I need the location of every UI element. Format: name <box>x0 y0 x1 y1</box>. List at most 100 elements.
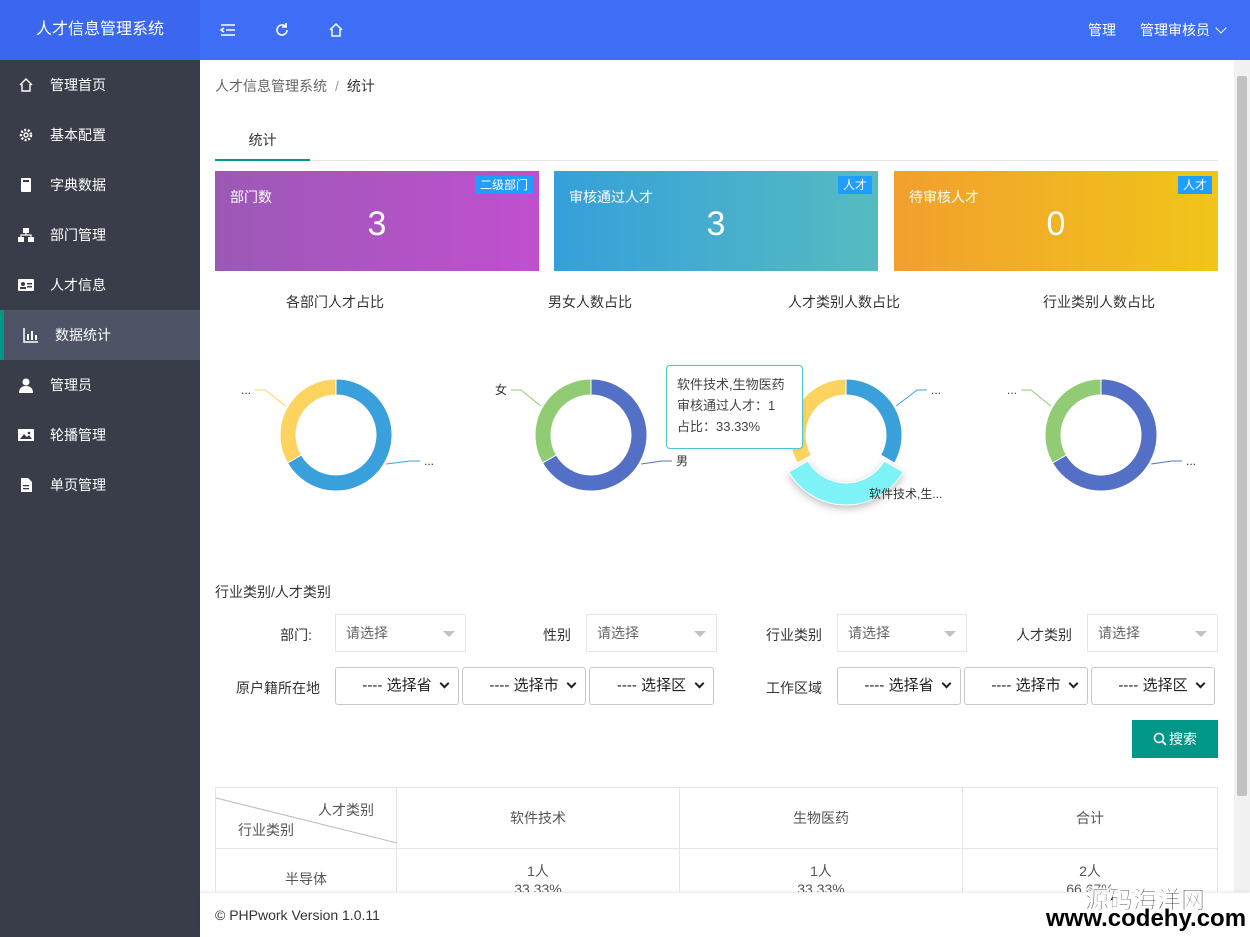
select-placeholder: 请选择 <box>1098 625 1140 641</box>
card-pending-talent: 待审核人才 0 人才 <box>894 171 1218 271</box>
menu-fold-icon[interactable] <box>216 18 240 42</box>
hometown-district-select[interactable]: ---- 选择区 <box>589 667 714 705</box>
sidebar-item-label: 字典数据 <box>50 177 106 193</box>
vertical-scrollbar[interactable] <box>1234 60 1250 892</box>
caret-down-icon <box>694 631 706 637</box>
select-placeholder: 请选择 <box>848 625 890 641</box>
card-department-count: 部门数 3 二级部门 <box>215 171 539 271</box>
chart-title-department: 各部门人才占比 <box>286 294 384 310</box>
select-value: ---- 选择省 <box>864 677 934 694</box>
home-icon[interactable] <box>324 18 348 42</box>
app-logo[interactable]: 人才信息管理系统 <box>0 0 200 60</box>
table-row-name: 半导体 <box>215 848 397 892</box>
sidebar-item-label: 管理员 <box>50 377 92 393</box>
breadcrumb-separator: / <box>335 78 339 94</box>
refresh-icon[interactable] <box>270 18 294 42</box>
select-value: ---- 选择市 <box>489 677 559 694</box>
top-header: 人才信息管理系统 管理 管理审核员 <box>0 0 1250 60</box>
card-badge: 人才 <box>1177 176 1212 194</box>
pie-slice[interactable] <box>279 378 337 464</box>
tab-statistics[interactable]: 统计 <box>215 120 310 161</box>
search-button[interactable]: 搜索 <box>1132 720 1218 758</box>
gender-label: 性别 <box>543 627 571 643</box>
chart-title-talent-type: 人才类别人数占比 <box>788 294 900 310</box>
chevron-down-icon <box>694 678 705 689</box>
chevron-down-icon <box>566 678 577 689</box>
work-province-select[interactable]: ---- 选择省 <box>837 667 961 705</box>
gender-select[interactable]: 请选择 <box>586 614 717 652</box>
sidebar-item-carousel[interactable]: 轮播管理 <box>0 410 200 460</box>
chevron-down-icon <box>1215 22 1227 34</box>
sidebar-item-label: 单页管理 <box>50 477 106 493</box>
work-district-select[interactable]: ---- 选择区 <box>1091 667 1215 705</box>
card-badge: 人才 <box>837 176 872 194</box>
cell-percent: 33.33% <box>514 880 562 893</box>
department-label: 部门: <box>280 627 312 643</box>
label-leader-line <box>255 389 287 407</box>
breadcrumb-root[interactable]: 人才信息管理系统 <box>215 78 327 94</box>
user-name: 管理审核员 <box>1140 22 1210 38</box>
sidebar-item-statistics[interactable]: 数据统计 <box>0 310 200 360</box>
hometown-province-select[interactable]: ---- 选择省 <box>335 667 459 705</box>
pie-slice[interactable] <box>845 378 903 464</box>
table-header-cell: 生物医药 <box>679 787 963 849</box>
manage-link[interactable]: 管理 <box>1088 0 1116 60</box>
corner-top-label: 人才类别 <box>318 802 374 818</box>
tooltip-line: 审核通过人才：1 <box>677 398 776 413</box>
caret-down-icon <box>443 631 455 637</box>
pie-label: 男 <box>676 454 688 468</box>
select-value: ---- 选择省 <box>362 677 432 694</box>
gear-icon <box>19 128 33 142</box>
pie-label: ... <box>1007 383 1017 397</box>
sidebar-item-label: 数据统计 <box>55 327 111 343</box>
industry-select[interactable]: 请选择 <box>837 614 967 652</box>
chart-title-industry: 行业类别人数占比 <box>1043 294 1155 310</box>
table-corner-cell: 人才类别 行业类别 <box>215 787 397 849</box>
sidebar-item-admin[interactable]: 管理员 <box>0 360 200 410</box>
sidebar-item-label: 人才信息 <box>50 277 106 293</box>
card-title: 审核通过人才 <box>569 189 653 205</box>
label-leader-line <box>511 389 542 407</box>
tooltip-line: 软件技术,生物医药 <box>677 377 785 392</box>
label-leader-line <box>895 389 927 407</box>
sidebar: 管理首页 基本配置 字典数据 部门管理 人才信息 数据统计 管理员 轮播管理 单… <box>0 60 200 937</box>
book-icon <box>21 178 31 192</box>
talent-type-label: 人才类别 <box>1016 627 1072 643</box>
search-icon <box>1153 732 1167 746</box>
sidebar-item-home[interactable]: 管理首页 <box>0 60 200 110</box>
watermark-line: www.codehy.com <box>1046 905 1247 932</box>
sidebar-item-pages[interactable]: 单页管理 <box>0 460 200 510</box>
hometown-city-select[interactable]: ---- 选择市 <box>462 667 586 705</box>
filter-title: 行业类别/人才类别 <box>215 584 331 600</box>
pie-label: ... <box>931 383 941 397</box>
sidebar-item-label: 部门管理 <box>50 227 106 243</box>
talent-type-select[interactable]: 请选择 <box>1087 614 1218 652</box>
work-city-select[interactable]: ---- 选择市 <box>964 667 1088 705</box>
sidebar-item-label: 基本配置 <box>50 127 106 143</box>
sidebar-item-dictionary[interactable]: 字典数据 <box>0 160 200 210</box>
pie-slice[interactable] <box>534 378 592 464</box>
label-leader-line <box>1021 389 1052 407</box>
user-icon <box>19 378 33 393</box>
label-leader-line <box>386 460 420 465</box>
corner-bottom-label: 行业类别 <box>238 822 294 838</box>
sidebar-item-department[interactable]: 部门管理 <box>0 210 200 260</box>
home-icon <box>19 78 33 92</box>
user-menu[interactable]: 管理审核员 <box>1140 0 1227 60</box>
department-select[interactable]: 请选择 <box>335 614 466 652</box>
pie-label: ... <box>1186 454 1196 468</box>
select-value: ---- 选择区 <box>1118 677 1188 694</box>
card-approved-talent: 审核通过人才 3 人才 <box>554 171 878 271</box>
sidebar-item-talent[interactable]: 人才信息 <box>0 260 200 310</box>
pie-label: 女 <box>495 382 507 397</box>
caret-down-icon <box>944 631 956 637</box>
cell-count: 1人 <box>527 862 549 879</box>
pie-slice[interactable] <box>1044 378 1102 464</box>
scrollbar-thumb[interactable] <box>1237 76 1247 796</box>
card-value: 3 <box>367 205 387 243</box>
id-card-icon <box>18 279 34 291</box>
card-title: 部门数 <box>230 189 272 205</box>
sidebar-item-config[interactable]: 基本配置 <box>0 110 200 160</box>
pie-label: ... <box>424 454 434 468</box>
cell-count: 1人 <box>810 862 832 879</box>
